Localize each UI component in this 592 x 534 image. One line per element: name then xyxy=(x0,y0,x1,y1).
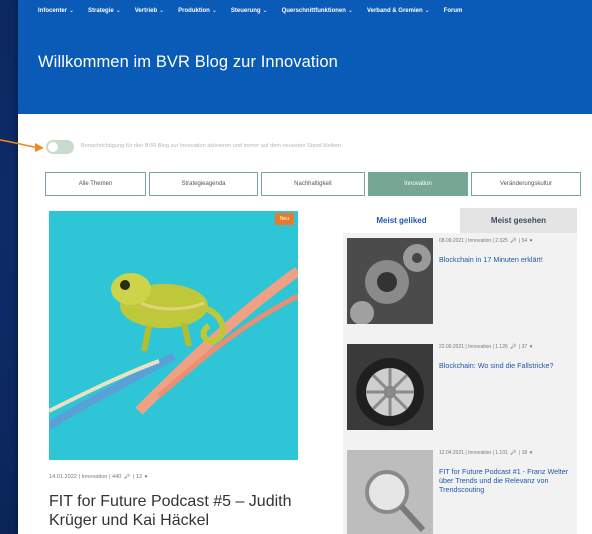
key-icon: 🔑︎ xyxy=(123,474,131,480)
key-icon: 🔑︎ xyxy=(510,238,517,244)
annotation-arrow-icon xyxy=(0,139,44,152)
article-meta: 12.04.2021 | Innovation | 1.101 🔑︎ | 18 … xyxy=(439,450,533,456)
article-title[interactable]: Blockchain in 17 Minuten erklärt! xyxy=(439,255,574,264)
tab-meist-geliked[interactable]: Meist geliked xyxy=(343,208,460,233)
article-meta: 08.09.2021 | Innovation | 2.325 🔑︎ | 54 … xyxy=(439,238,533,244)
chevron-down-icon: ⌄ xyxy=(424,8,430,14)
nav-item-produktion[interactable]: Produktion ⌄ xyxy=(178,6,217,16)
tab-meist-gesehen[interactable]: Meist gesehen xyxy=(460,208,577,233)
chevron-down-icon: ⌄ xyxy=(211,8,217,14)
gears-image xyxy=(347,238,433,324)
heart-icon: ♥ xyxy=(529,238,533,244)
notification-label: Benachrichtigung für den BVR Blog zur In… xyxy=(81,143,343,149)
key-icon: 🔑︎ xyxy=(510,450,517,456)
article-thumbnail[interactable] xyxy=(347,450,433,534)
heart-icon: ♥ xyxy=(529,344,533,350)
featured-meta: 14.01.2022 | Innovation | 440 🔑︎ | 12 ♥ xyxy=(49,474,148,480)
browser-viewport: Infocenter ⌄ Strategie ⌄ Vertrieb ⌄ Produkt… xyxy=(18,0,592,534)
site-header: Infocenter ⌄ Strategie ⌄ Vertrieb ⌄ Produkt… xyxy=(18,0,592,114)
key-icon: 🔑︎ xyxy=(510,344,517,350)
tab-veraenderungskultur[interactable]: Veränderungskultur xyxy=(471,172,581,196)
featured-title[interactable]: FIT for Future Podcast #5 – Judith Krüge… xyxy=(49,492,299,530)
nav-item-forum[interactable]: Forum xyxy=(444,6,463,16)
tab-strategieagenda[interactable]: Strategieagenda xyxy=(149,172,258,196)
tab-alle-themen[interactable]: Alle Themen xyxy=(45,172,146,196)
featured-article-image[interactable]: Neu xyxy=(49,211,298,460)
nav-item-infocenter[interactable]: Infocenter ⌄ xyxy=(38,6,74,16)
article-title[interactable]: FIT for Future Podcast #1 - Franz Welter… xyxy=(439,467,574,494)
sidebar-tabs: Meist geliked Meist gesehen xyxy=(343,208,577,233)
heart-icon: ♥ xyxy=(529,450,533,456)
article-thumbnail[interactable] xyxy=(347,238,433,324)
heart-icon: ♥ xyxy=(144,474,148,480)
list-item[interactable]: 08.09.2021 | Innovation | 2.325 🔑︎ | 54 … xyxy=(347,238,573,328)
chevron-down-icon: ⌄ xyxy=(262,8,268,14)
new-badge: Neu xyxy=(274,213,294,225)
article-meta: 22.09.2021 | Innovation | 1.126 🔑︎ | 37 … xyxy=(439,344,533,350)
nav-item-querschnittfunktionen[interactable]: Querschnittfunktionen ⌄ xyxy=(282,6,353,16)
list-item[interactable]: 12.04.2021 | Innovation | 1.101 🔑︎ | 18 … xyxy=(347,450,573,534)
chevron-down-icon: ⌄ xyxy=(347,8,353,14)
chevron-down-icon: ⌄ xyxy=(159,8,165,14)
tab-nachhaltigkeit[interactable]: Nachhaltigkeit xyxy=(261,172,365,196)
chameleon-illustration xyxy=(49,211,298,460)
topic-tabs: Alle Themen Strategieagenda Nachhaltigke… xyxy=(45,172,584,196)
magnifier-image xyxy=(347,450,433,534)
wheel-image xyxy=(347,344,433,430)
featured-date: 14.01.2022 xyxy=(49,474,77,480)
notification-toggle[interactable] xyxy=(46,140,74,154)
tab-innovation[interactable]: Innovation xyxy=(368,172,468,196)
nav-item-strategie[interactable]: Strategie ⌄ xyxy=(88,6,121,16)
featured-category[interactable]: Innovation xyxy=(82,474,108,480)
article-thumbnail[interactable] xyxy=(347,344,433,430)
article-title[interactable]: Blockchain: Wo sind die Fallstricke? xyxy=(439,361,574,370)
chevron-down-icon: ⌄ xyxy=(115,8,121,14)
page-title: Willkommen im BVR Blog zur Innovation xyxy=(38,53,338,71)
chevron-down-icon: ⌄ xyxy=(69,8,75,14)
popular-sidebar: Meist geliked Meist gesehen 08.09.2021 |… xyxy=(343,208,577,534)
nav-item-steuerung[interactable]: Steuerung ⌄ xyxy=(231,6,268,16)
featured-views: 440 xyxy=(111,474,122,480)
nav-item-vertrieb[interactable]: Vertrieb ⌄ xyxy=(135,6,164,16)
featured-likes: 12 xyxy=(135,474,143,480)
list-item[interactable]: 22.09.2021 | Innovation | 1.126 🔑︎ | 37 … xyxy=(347,344,573,434)
main-navigation: Infocenter ⌄ Strategie ⌄ Vertrieb ⌄ Produkt… xyxy=(38,6,476,16)
nav-item-verband-gremien[interactable]: Verband & Gremien ⌄ xyxy=(367,6,430,16)
